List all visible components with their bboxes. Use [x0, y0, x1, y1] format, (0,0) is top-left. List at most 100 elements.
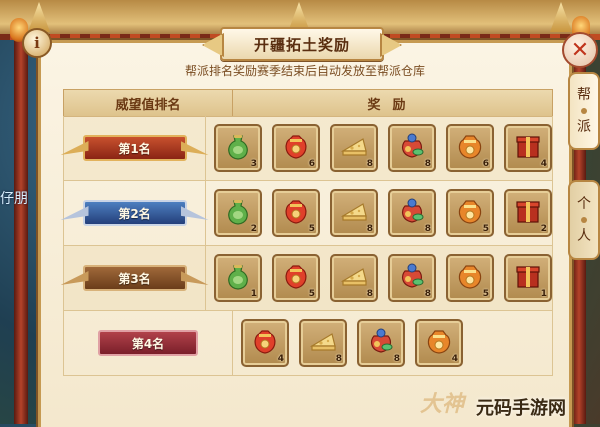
reward-item[interactable]: 6 — [272, 124, 320, 172]
cheese-wedge-icon — [339, 261, 369, 295]
red-lucky-bag-icon — [281, 261, 311, 295]
rank-ribbon: 第1名 — [82, 135, 187, 161]
red-gift-box-icon — [513, 196, 543, 230]
treasure-pouch-icon — [397, 196, 427, 230]
info-button[interactable]: i — [22, 28, 52, 58]
reward-item[interactable]: 4 — [415, 319, 463, 367]
title-text: 开疆拓土奖励 — [253, 35, 350, 54]
item-quantity: 5 — [482, 289, 489, 299]
reward-cell: 2 5 8 8 5 2 — [206, 181, 552, 245]
item-quantity: 4 — [451, 354, 458, 364]
reward-item[interactable]: 2 — [214, 189, 262, 237]
reward-item[interactable]: 5 — [272, 254, 320, 302]
tab-guild-label-bottom: 派 — [577, 119, 591, 135]
item-quantity: 8 — [335, 354, 342, 364]
table-header: 威望值排名 奖励 — [63, 89, 553, 117]
watermark-text: 元码手游网 — [476, 398, 566, 419]
rank-cell: 第3名 — [64, 246, 206, 310]
watermark-logo: 大神 — [420, 392, 465, 417]
tab-guild-label-top: 帮 — [577, 87, 591, 103]
table-row: 第2名 2 5 8 8 5 2 — [63, 181, 553, 246]
reward-item[interactable]: 8 — [388, 254, 436, 302]
panel-subtitle: 帮派排名奖励赛季结束后自动发放至帮派仓库 — [184, 64, 425, 78]
close-button[interactable]: ✕ — [562, 32, 598, 68]
reward-item[interactable]: 8 — [299, 319, 347, 367]
reward-item[interactable]: 1 — [214, 254, 262, 302]
table-row: 第4名 4 8 8 4 — [63, 311, 553, 376]
reward-item[interactable]: 5 — [446, 189, 494, 237]
treasure-pouch-icon — [366, 326, 396, 360]
reward-item[interactable]: 4 — [241, 319, 289, 367]
panel-title: 开疆拓土奖励 — [220, 27, 384, 61]
item-quantity: 4 — [277, 354, 284, 364]
tab-guild[interactable]: 帮 派 — [568, 72, 600, 150]
item-quantity: 8 — [366, 159, 373, 169]
reward-item[interactable]: 6 — [446, 124, 494, 172]
red-lucky-bag-icon — [281, 196, 311, 230]
reward-item[interactable]: 1 — [504, 254, 552, 302]
item-quantity: 6 — [308, 159, 315, 169]
green-gourd-bag-icon — [223, 196, 253, 230]
item-quantity: 6 — [482, 159, 489, 169]
item-quantity: 1 — [250, 289, 257, 299]
item-quantity: 3 — [250, 159, 257, 169]
rank-cell: 第1名 — [64, 116, 206, 180]
reward-item[interactable]: 8 — [330, 254, 378, 302]
item-quantity: 8 — [366, 224, 373, 234]
item-quantity: 4 — [540, 159, 547, 169]
cheese-wedge-icon — [339, 131, 369, 165]
gold-lucky-bag-icon — [455, 261, 485, 295]
treasure-pouch-icon — [397, 261, 427, 295]
reward-item[interactable]: 8 — [388, 189, 436, 237]
reward-item[interactable]: 5 — [272, 189, 320, 237]
rank-cell: 第2名 — [64, 181, 206, 245]
item-quantity: 5 — [308, 289, 315, 299]
reward-item[interactable]: 8 — [357, 319, 405, 367]
green-gourd-bag-icon — [223, 261, 253, 295]
gold-lucky-bag-icon — [455, 196, 485, 230]
reward-item[interactable]: 2 — [504, 189, 552, 237]
table-row: 第1名 3 6 8 8 6 4 — [63, 116, 553, 181]
tab-divider-icon — [581, 108, 587, 114]
tab-personal-label-top: 个 — [577, 196, 591, 212]
red-lucky-bag-icon — [281, 131, 311, 165]
item-quantity: 8 — [393, 354, 400, 364]
rank-ribbon: 第4名 — [98, 330, 198, 356]
table-row: 第3名 1 5 8 8 5 1 — [63, 246, 553, 311]
item-quantity: 5 — [308, 224, 315, 234]
gold-lucky-bag-icon — [455, 131, 485, 165]
cheese-wedge-icon — [308, 326, 338, 360]
rank-ribbon: 第2名 — [82, 200, 187, 226]
item-quantity: 1 — [540, 289, 547, 299]
red-gift-box-icon — [513, 261, 543, 295]
header-rank: 威望值排名 — [64, 90, 233, 116]
reward-item[interactable]: 8 — [330, 124, 378, 172]
reward-cell: 4 8 8 4 — [233, 311, 552, 375]
item-quantity: 8 — [424, 289, 431, 299]
treasure-pouch-icon — [397, 131, 427, 165]
item-quantity: 8 — [424, 224, 431, 234]
item-quantity: 2 — [250, 224, 257, 234]
reward-item[interactable]: 8 — [388, 124, 436, 172]
reward-cell: 3 6 8 8 6 4 — [206, 116, 552, 180]
item-quantity: 8 — [366, 289, 373, 299]
cheese-wedge-icon — [339, 196, 369, 230]
red-gift-box-icon — [513, 131, 543, 165]
rank-ribbon: 第3名 — [82, 265, 187, 291]
tab-personal-label-bottom: 人 — [577, 228, 591, 244]
reward-item[interactable]: 5 — [446, 254, 494, 302]
close-icon: ✕ — [570, 37, 590, 63]
background-text: 仔朋 — [0, 191, 28, 207]
header-reward: 奖励 — [367, 97, 418, 113]
tab-personal[interactable]: 个 人 — [568, 180, 600, 260]
tab-divider-icon — [581, 217, 587, 223]
green-gourd-bag-icon — [223, 131, 253, 165]
rank-cell: 第4名 — [64, 311, 233, 375]
reward-cell: 1 5 8 8 5 1 — [206, 246, 552, 310]
background-pillar — [14, 36, 28, 424]
item-quantity: 8 — [424, 159, 431, 169]
reward-item[interactable]: 8 — [330, 189, 378, 237]
reward-item[interactable]: 4 — [504, 124, 552, 172]
reward-item[interactable]: 3 — [214, 124, 262, 172]
gold-lucky-bag-icon — [424, 326, 454, 360]
